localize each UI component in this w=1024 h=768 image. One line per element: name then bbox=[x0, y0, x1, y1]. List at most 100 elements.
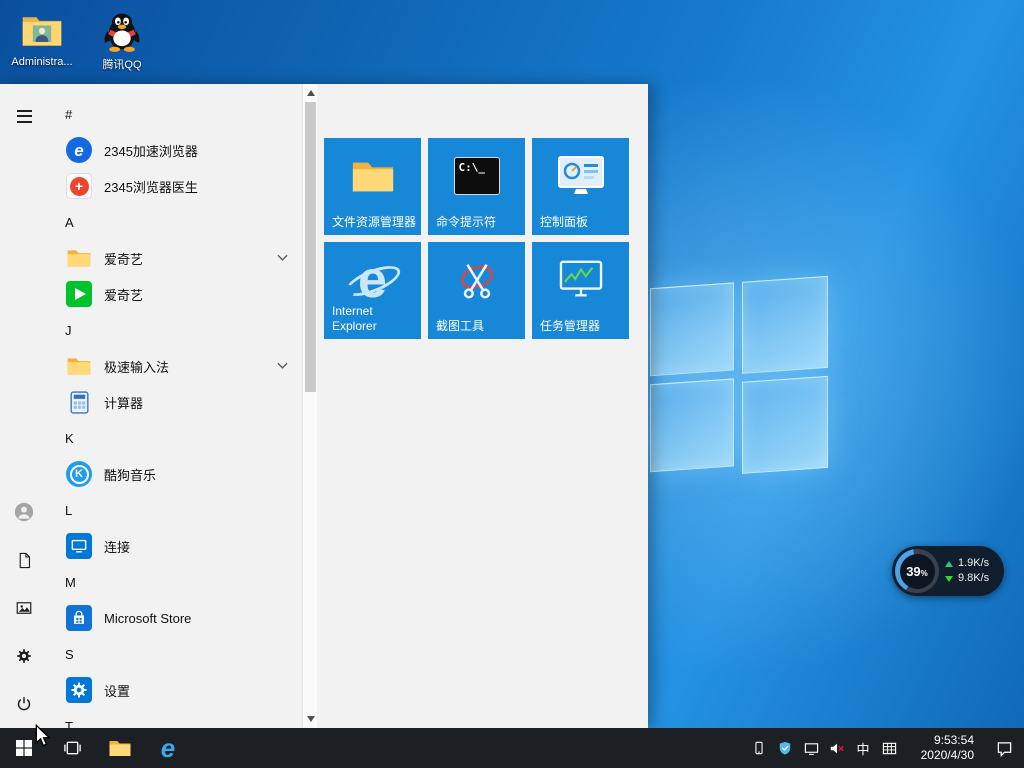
gear-icon bbox=[17, 649, 31, 663]
tray-ime-grid-icon[interactable] bbox=[876, 728, 902, 768]
chevron-down-icon[interactable] bbox=[277, 362, 288, 370]
tile-label: 任务管理器 bbox=[540, 319, 601, 333]
start-app-list: # e 2345加速浏览器 + 2345浏览器医生 A 爱奇艺 爱奇艺 J 极速… bbox=[48, 84, 300, 728]
app-item-label: 2345浏览器医生 bbox=[104, 179, 198, 195]
app-section-l[interactable]: L bbox=[48, 492, 300, 528]
app-section-s[interactable]: S bbox=[48, 636, 300, 672]
desktop-icon-label: 腾讯QQ bbox=[102, 59, 142, 71]
internet-explorer-icon: e bbox=[324, 250, 421, 310]
connect-icon bbox=[65, 532, 93, 560]
snipping-tool-icon bbox=[428, 250, 525, 310]
scroll-down-arrow[interactable] bbox=[303, 712, 318, 726]
pictures-icon bbox=[16, 602, 32, 614]
expand-menu-button[interactable] bbox=[0, 92, 48, 140]
app-item-label: 爱奇艺 bbox=[104, 287, 144, 303]
start-menu-rail bbox=[0, 84, 48, 728]
tile-control-panel[interactable]: 控制面板 bbox=[532, 138, 629, 235]
app-item-label: 酷狗音乐 bbox=[104, 467, 157, 483]
task-view-icon bbox=[63, 741, 81, 755]
app-item-calculator[interactable]: 计算器 bbox=[48, 384, 300, 420]
tile-internet-explorer[interactable]: e Internet Explorer bbox=[324, 242, 421, 339]
usage-gauge: 39 % bbox=[895, 549, 939, 593]
app-item-jisu-ime-folder[interactable]: 极速输入法 bbox=[48, 348, 300, 384]
app-item-label: 极速输入法 bbox=[104, 359, 170, 375]
start-tiles-grid: 文件资源管理器 C:\_ 命令提示符 控制面板 e Internet Explo… bbox=[324, 138, 629, 339]
app-section-t[interactable]: T bbox=[48, 708, 300, 729]
app-item-iqiyi[interactable]: 爱奇艺 bbox=[48, 276, 300, 312]
tray-device-icon[interactable] bbox=[746, 728, 772, 768]
mouse-cursor bbox=[35, 724, 51, 747]
iqiyi-icon bbox=[65, 280, 93, 308]
upload-speed-row: 1.9K/s bbox=[945, 558, 989, 569]
download-arrow-icon bbox=[945, 575, 953, 582]
control-panel-icon bbox=[532, 146, 629, 206]
taskbar: e 中 9:53:54 2020/4/30 bbox=[0, 728, 1024, 768]
app-section-m[interactable]: M bbox=[48, 564, 300, 600]
app-item-connect[interactable]: 连接 bbox=[48, 528, 300, 564]
desktop-icon-administrator[interactable]: Administra... bbox=[6, 8, 78, 72]
tray-ime-indicator[interactable]: 中 bbox=[850, 739, 876, 758]
app-item-label: 设置 bbox=[104, 683, 131, 699]
tray-shield-icon[interactable] bbox=[772, 728, 798, 768]
tile-task-manager[interactable]: 任务管理器 bbox=[532, 242, 629, 339]
tile-label: 截图工具 bbox=[436, 319, 485, 333]
download-speed-row: 9.8K/s bbox=[945, 573, 989, 584]
usage-percent-unit: % bbox=[920, 569, 928, 578]
task-view-button[interactable] bbox=[48, 728, 96, 768]
chevron-down-icon[interactable] bbox=[277, 254, 288, 262]
app-item-2345-doctor[interactable]: + 2345浏览器医生 bbox=[48, 168, 300, 204]
file-explorer-icon bbox=[324, 146, 421, 206]
ie-e-icon: e bbox=[160, 733, 176, 763]
start-menu: # e 2345加速浏览器 + 2345浏览器医生 A 爱奇艺 爱奇艺 J 极速… bbox=[0, 84, 648, 728]
taskbar-browser-button[interactable]: e bbox=[144, 728, 192, 768]
pictures-button[interactable] bbox=[0, 584, 48, 632]
clock-time: 9:53:54 bbox=[933, 733, 974, 747]
tile-file-explorer[interactable]: 文件资源管理器 bbox=[324, 138, 421, 235]
logo-pane bbox=[742, 375, 828, 474]
taskbar-file-explorer-button[interactable] bbox=[96, 728, 144, 768]
tile-command-prompt[interactable]: C:\_ 命令提示符 bbox=[428, 138, 525, 235]
logo-pane bbox=[650, 282, 734, 377]
app-item-2345-browser[interactable]: e 2345加速浏览器 bbox=[48, 132, 300, 168]
app-item-microsoft-store[interactable]: Microsoft Store bbox=[48, 600, 300, 636]
app-section-hash[interactable]: # bbox=[48, 96, 300, 132]
folder-icon bbox=[65, 244, 93, 272]
app-list-scrollbar[interactable] bbox=[302, 84, 317, 728]
tile-label: 命令提示符 bbox=[436, 215, 497, 229]
tile-label: Internet Explorer bbox=[332, 304, 377, 333]
usage-percent: 39 bbox=[906, 563, 921, 579]
app-item-settings[interactable]: 设置 bbox=[48, 672, 300, 708]
2345-doctor-icon: + bbox=[65, 172, 93, 200]
user-account-button[interactable] bbox=[0, 488, 48, 536]
clock-date: 2020/4/30 bbox=[920, 748, 974, 762]
microsoft-store-icon bbox=[65, 604, 93, 632]
app-item-label: Microsoft Store bbox=[104, 610, 192, 626]
tile-snipping-tool[interactable]: 截图工具 bbox=[428, 242, 525, 339]
action-center-button[interactable] bbox=[984, 728, 1024, 768]
settings-button[interactable] bbox=[0, 632, 48, 680]
documents-button[interactable] bbox=[0, 536, 48, 584]
network-monitor-widget[interactable]: 39 % 1.9K/s 9.8K/s bbox=[892, 546, 1004, 596]
tray-clock[interactable]: 9:53:54 2020/4/30 bbox=[910, 733, 974, 763]
app-item-kugou[interactable]: K 酷狗音乐 bbox=[48, 456, 300, 492]
scrollbar-thumb[interactable] bbox=[305, 102, 316, 392]
scroll-up-arrow[interactable] bbox=[303, 86, 318, 100]
command-prompt-icon: C:\_ bbox=[428, 146, 525, 206]
app-item-iqiyi-folder[interactable]: 爱奇艺 bbox=[48, 240, 300, 276]
app-section-j[interactable]: J bbox=[48, 312, 300, 348]
hamburger-icon bbox=[16, 109, 32, 123]
task-manager-icon bbox=[532, 250, 629, 310]
power-button[interactable] bbox=[0, 680, 48, 728]
desktop-icon-label: Administra... bbox=[11, 56, 73, 68]
app-section-k[interactable]: K bbox=[48, 420, 300, 456]
windows-logo-icon bbox=[16, 740, 32, 756]
settings-gear-icon bbox=[65, 676, 93, 704]
tray-network-icon[interactable] bbox=[798, 728, 824, 768]
tray-volume-muted-icon[interactable] bbox=[824, 728, 850, 768]
folder-icon bbox=[109, 741, 131, 756]
desktop-icon-qq[interactable]: 腾讯QQ bbox=[86, 8, 158, 72]
document-icon bbox=[19, 552, 30, 568]
app-section-a[interactable]: A bbox=[48, 204, 300, 240]
desktop-icons: Administra... 腾讯QQ bbox=[6, 8, 158, 72]
logo-pane bbox=[650, 378, 734, 473]
